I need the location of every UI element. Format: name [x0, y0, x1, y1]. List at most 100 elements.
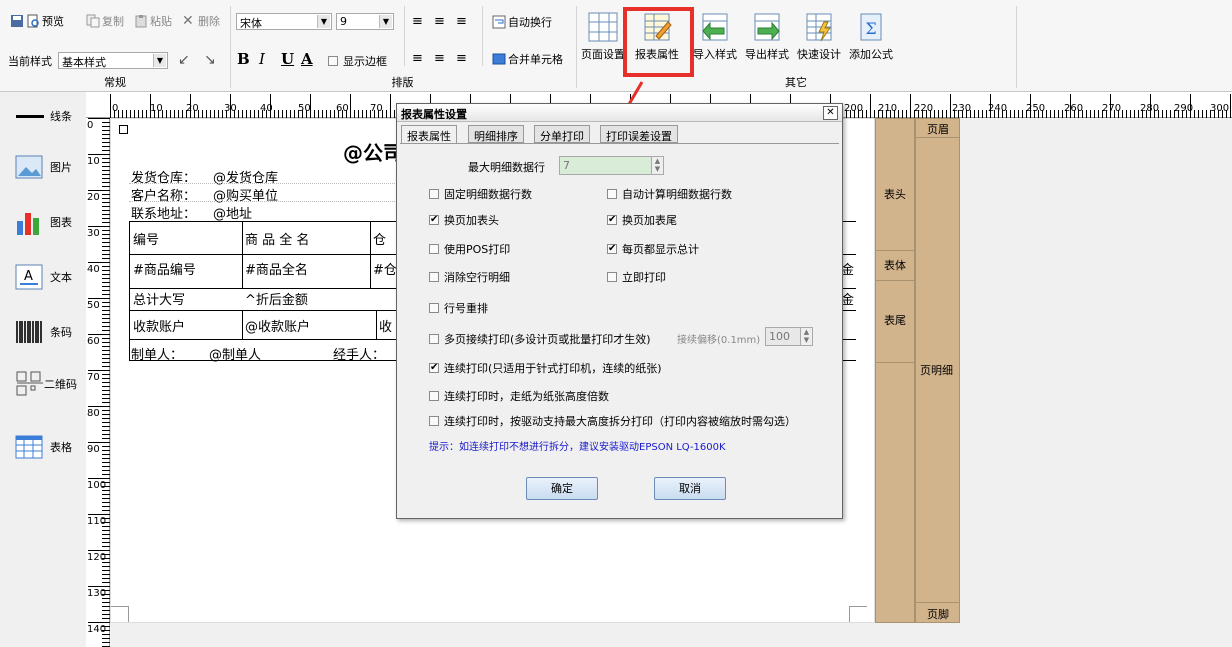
quick-design-button[interactable]: 快速设计: [794, 10, 844, 62]
band-body[interactable]: 表体: [884, 257, 906, 273]
checkbox-box: [607, 272, 617, 282]
tab-print-offset[interactable]: 打印误差设置: [600, 125, 678, 143]
tab-split-print[interactable]: 分单打印: [534, 125, 590, 143]
band-page-header[interactable]: 页眉: [927, 121, 949, 137]
redo-icon[interactable]: ↘: [204, 52, 216, 68]
palette-item-qrcode[interactable]: 二维码: [14, 369, 77, 399]
option-checkbox[interactable]: 固定明细数据行数: [429, 186, 532, 202]
paste-button[interactable]: 粘贴: [132, 12, 174, 30]
table-detail-cell[interactable]: #商品编号: [133, 259, 196, 278]
table-header-cell[interactable]: 商 品 全 名: [245, 229, 309, 248]
align-left-icon[interactable]: ≡: [412, 51, 423, 66]
align-bottom-icon[interactable]: ≡: [456, 14, 467, 29]
table-detail-cell[interactable]: #商品全名: [245, 259, 308, 278]
option-checkbox[interactable]: 消除空行明细: [429, 269, 510, 285]
ruler-label: 40: [87, 264, 100, 275]
band-footer[interactable]: 表尾: [884, 312, 906, 328]
align-right-icon[interactable]: ≡: [456, 51, 467, 66]
option-label: 行号重排: [444, 302, 488, 315]
table-header-cell[interactable]: 编号: [133, 229, 159, 248]
copy-icon: [86, 14, 100, 28]
preview-icon: [26, 14, 40, 28]
font-name-select[interactable]: 宋体 ▼: [236, 13, 332, 30]
import-style-button[interactable]: 导入样式: [690, 10, 740, 62]
band-header[interactable]: 表头: [884, 186, 906, 202]
option-checkbox[interactable]: 立即打印: [607, 269, 666, 285]
band-page-detail[interactable]: 页明细: [920, 362, 953, 378]
palette-item-image[interactable]: 图片: [14, 152, 72, 182]
account-cell[interactable]: 收: [379, 316, 392, 335]
paste-label: 粘贴: [150, 15, 172, 28]
field-value[interactable]: @地址: [213, 203, 252, 222]
align-top-icon[interactable]: ≡: [412, 14, 423, 29]
auto-wrap-button[interactable]: 自动换行: [490, 13, 554, 31]
font-size-select[interactable]: 9 ▼: [336, 13, 394, 30]
add-formula-button[interactable]: Σ 添加公式: [846, 10, 896, 62]
palette-item-barcode[interactable]: 条码: [14, 317, 72, 347]
ruler-label: 210: [878, 103, 898, 114]
offset-input[interactable]: 100 ▲ ▼: [765, 327, 813, 346]
account-value[interactable]: @收款账户: [245, 316, 310, 335]
option-checkbox[interactable]: ✔ 每页都显示总计: [607, 241, 699, 257]
table-detail-cell[interactable]: #仓: [373, 259, 397, 278]
max-rows-input[interactable]: 7 ▲ ▼: [559, 156, 664, 175]
option-checkbox[interactable]: ✔ 换页加表尾: [607, 212, 677, 228]
tab-detail-sort[interactable]: 明细排序: [468, 125, 524, 143]
ruler-label: 280: [1140, 103, 1160, 114]
export-style-button[interactable]: 导出样式: [742, 10, 792, 62]
option-label: 连续打印(只适用于针式打印机，连续的纸张): [444, 362, 662, 375]
ok-button[interactable]: 确定: [526, 477, 598, 500]
copy-button[interactable]: 复制: [84, 12, 126, 30]
option-checkbox[interactable]: 行号重排: [429, 300, 488, 316]
palette-item-text[interactable]: A 文本: [14, 262, 72, 292]
align-middle-icon[interactable]: ≡: [434, 14, 445, 29]
summary-label[interactable]: 总计大写: [133, 289, 185, 308]
delete-button[interactable]: ✕ 删除: [180, 12, 222, 30]
current-style-select[interactable]: 基本样式 ▼: [58, 52, 168, 69]
handler-label[interactable]: 经手人：: [333, 344, 385, 363]
option-checkbox[interactable]: 使用POS打印: [429, 241, 510, 257]
palette-item-chart[interactable]: 图表: [14, 207, 72, 237]
maker-label[interactable]: 制单人：: [131, 344, 183, 363]
option-checkbox[interactable]: 多页接续打印(多设计页或批量打印才生效): [429, 331, 651, 347]
account-label[interactable]: 收款账户: [133, 316, 185, 335]
report-title[interactable]: @公司: [343, 137, 403, 166]
tab-report-properties[interactable]: 报表属性: [401, 125, 457, 143]
checkmark-icon: ✔: [429, 362, 439, 373]
show-border-label: 显示边框: [343, 55, 387, 68]
underline-button[interactable]: U: [281, 50, 294, 68]
cancel-button[interactable]: 取消: [654, 477, 726, 500]
close-icon[interactable]: ✕: [823, 106, 838, 120]
ruler-label: 0: [112, 103, 119, 114]
option-label: 消除空行明细: [444, 271, 510, 284]
italic-button[interactable]: I: [259, 50, 265, 68]
summary-value[interactable]: ^折后金额: [245, 289, 308, 308]
font-color-button[interactable]: A: [301, 50, 313, 68]
option-label: 连续打印时，走纸为纸张高度倍数: [444, 390, 609, 403]
undo-icon[interactable]: ↙: [178, 52, 190, 68]
palette-item-table[interactable]: 表格: [14, 432, 72, 462]
align-center-icon[interactable]: ≡: [434, 51, 445, 66]
palette-item-line[interactable]: 线条: [14, 108, 72, 124]
ruler-label: 70: [370, 103, 383, 114]
preview-button[interactable]: 预览: [8, 12, 66, 30]
option-checkbox[interactable]: ✔ 连续打印(只适用于针式打印机，连续的纸张): [429, 360, 662, 376]
band-page-footer[interactable]: 页脚: [927, 606, 949, 622]
page-setup-button[interactable]: 页面设置: [578, 10, 628, 62]
qrcode-icon: [16, 371, 43, 396]
ruler-label: 120: [87, 552, 107, 563]
maker-value[interactable]: @制单人: [209, 344, 261, 363]
table-header-cell[interactable]: 仓: [373, 229, 386, 248]
option-checkbox[interactable]: ✔ 换页加表头: [429, 212, 499, 228]
show-border-checkbox[interactable]: 显示边框: [328, 53, 387, 69]
bold-button[interactable]: B: [237, 50, 250, 68]
option-checkbox[interactable]: 连续打印时，按驱动支持最大高度拆分打印（打印内容被缩放时需勾选）: [429, 413, 796, 429]
field-label[interactable]: 联系地址：: [131, 203, 196, 222]
formula-sigma-icon: Σ: [860, 13, 882, 41]
checkbox-box: [429, 244, 439, 254]
option-checkbox[interactable]: 连续打印时，走纸为纸张高度倍数: [429, 388, 609, 404]
corner-marker: [119, 125, 128, 134]
merge-cells-button[interactable]: 合并单元格: [490, 50, 565, 68]
export-style-icon: [754, 13, 780, 41]
option-checkbox[interactable]: 自动计算明细数据行数: [607, 186, 732, 202]
